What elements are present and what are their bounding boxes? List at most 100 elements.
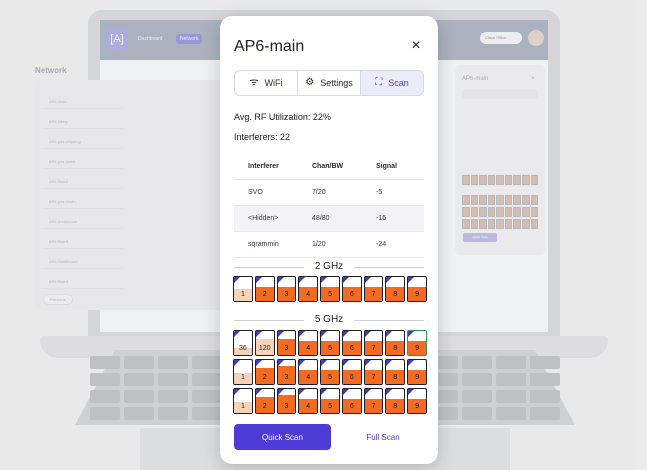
channel-number: 6: [349, 374, 354, 381]
channel-cell[interactable]: 8: [385, 359, 406, 385]
channel-number: 9: [415, 291, 420, 298]
close-icon[interactable]: ×: [407, 37, 425, 55]
channel-cell[interactable]: 9: [407, 359, 428, 385]
channel-cell[interactable]: 3: [276, 388, 297, 414]
dialog-title: AP6-main: [234, 38, 305, 55]
ap-scan-dialog: AP6-main × ᯤ WiFi ⚙ Settings ⛶ Scan Avg.…: [220, 16, 438, 464]
channel-cell[interactable]: 7: [363, 388, 384, 414]
channel-cell[interactable]: 8: [385, 388, 406, 414]
channel-row-5ghz: 1 2 3 4 5 6 7 8 9: [233, 388, 428, 414]
channel-cell[interactable]: 5: [320, 276, 340, 302]
channel-cell[interactable]: 7: [363, 359, 384, 385]
channel-cell[interactable]: 2: [254, 276, 275, 302]
channel-cell[interactable]: 1: [233, 388, 253, 414]
channel-cell[interactable]: 5: [320, 330, 340, 356]
tab-wifi[interactable]: ᯤ WiFi: [235, 71, 298, 95]
channel-cell[interactable]: 6: [341, 276, 362, 302]
gear-icon: ⚙: [305, 77, 315, 88]
tab-scan[interactable]: ⛶ Scan: [361, 71, 423, 95]
channel-marker-icon: [342, 331, 349, 337]
channel-number: 9: [415, 403, 420, 410]
interferer-name: sqrammin: [248, 241, 279, 248]
channel-marker-icon: [277, 331, 284, 337]
interferer-channel: 48/80: [312, 215, 330, 222]
channel-marker-icon: [386, 360, 393, 366]
channel-marker-icon: [277, 277, 284, 283]
table-header: Interferer Chan/BW Signal: [234, 154, 424, 180]
band-2ghz-label: 2 GHz: [234, 261, 424, 273]
interferer-channel: 1/20: [312, 241, 326, 248]
rf-utilization: Avg. RF Utilization: 22%: [234, 112, 331, 122]
channel-cell[interactable]: 7: [363, 276, 384, 302]
channel-cell[interactable]: 120: [254, 330, 275, 356]
channel-cell[interactable]: 4: [298, 330, 319, 356]
channel-marker-icon: [255, 277, 262, 283]
channel-row-2ghz: 1 2 3 4 5 6 7 8 9: [233, 276, 428, 302]
channel-cell[interactable]: 5: [320, 388, 340, 414]
table-row: <Hidden> 48/80 -16: [234, 206, 424, 232]
tab-label: Settings: [320, 78, 353, 88]
channel-marker-icon: [408, 331, 415, 337]
channel-marker-icon: [255, 331, 262, 337]
channel-cell[interactable]: 6: [341, 388, 362, 414]
quick-scan-button[interactable]: Quick Scan: [234, 424, 331, 450]
channel-cell[interactable]: 9: [407, 330, 428, 356]
channel-number: 1: [240, 291, 245, 298]
channel-cell[interactable]: 1: [233, 359, 253, 385]
channel-cell[interactable]: 9: [407, 388, 428, 414]
channel-cell[interactable]: 1: [233, 276, 253, 302]
channel-cell[interactable]: 7: [363, 330, 384, 356]
interferer-signal: -24: [376, 241, 387, 248]
full-scan-button[interactable]: Full Scan: [342, 424, 424, 450]
channel-marker-icon: [234, 389, 240, 395]
channel-marker-icon: [299, 360, 306, 366]
channel-number: 5: [328, 374, 332, 381]
channel-marker-icon: [255, 389, 262, 395]
channel-number: 7: [371, 345, 376, 352]
channel-cell[interactable]: 8: [385, 276, 406, 302]
channel-marker-icon: [234, 360, 240, 366]
channel-marker-icon: [342, 277, 349, 283]
channel-cell[interactable]: 6: [341, 359, 362, 385]
channel-cell[interactable]: 5: [320, 359, 340, 385]
channel-cell[interactable]: 4: [298, 276, 319, 302]
channel-marker-icon: [364, 360, 371, 366]
channel-marker-icon: [277, 389, 284, 395]
channel-marker-icon: [386, 277, 393, 283]
channel-cell[interactable]: 4: [298, 388, 319, 414]
channel-marker-icon: [408, 360, 415, 366]
channel-marker-icon: [386, 331, 393, 337]
channel-number: 1: [240, 374, 245, 381]
channel-marker-icon: [255, 360, 262, 366]
channel-marker-icon: [321, 331, 328, 337]
channel-cell[interactable]: 9: [407, 276, 428, 302]
channel-marker-icon: [277, 360, 284, 366]
channel-cell[interactable]: 36: [233, 330, 253, 356]
channel-number: 5: [328, 345, 332, 352]
channel-marker-icon: [342, 389, 349, 395]
table-row: SVO 7/20 -5: [234, 180, 424, 206]
dialog-tabs: ᯤ WiFi ⚙ Settings ⛶ Scan: [234, 70, 424, 96]
channel-marker-icon: [234, 331, 240, 337]
channel-cell[interactable]: 8: [385, 330, 406, 356]
column-header: Chan/BW: [312, 163, 344, 170]
channel-cell[interactable]: 3: [276, 276, 297, 302]
channel-cell[interactable]: 4: [298, 359, 319, 385]
channel-cell[interactable]: 3: [276, 359, 297, 385]
tab-label: Scan: [388, 78, 409, 88]
channel-number: 7: [371, 374, 376, 381]
channel-number: 8: [393, 403, 398, 410]
tab-settings[interactable]: ⚙ Settings: [298, 71, 361, 95]
interferer-signal: -5: [376, 189, 383, 196]
channel-number: 9: [415, 374, 420, 381]
channel-cell[interactable]: 3: [276, 330, 297, 356]
channel-cell[interactable]: 2: [254, 359, 275, 385]
channel-cell[interactable]: 2: [254, 388, 275, 414]
channel-marker-icon: [321, 389, 328, 395]
channel-row-5ghz: 1 2 3 4 5 6 7 8 9: [233, 359, 428, 385]
interferer-signal: -16: [376, 215, 387, 222]
table-row: sqrammin 1/20 -24: [234, 232, 424, 258]
channel-marker-icon: [321, 360, 328, 366]
channel-number: 2: [262, 403, 267, 410]
channel-cell[interactable]: 6: [341, 330, 362, 356]
